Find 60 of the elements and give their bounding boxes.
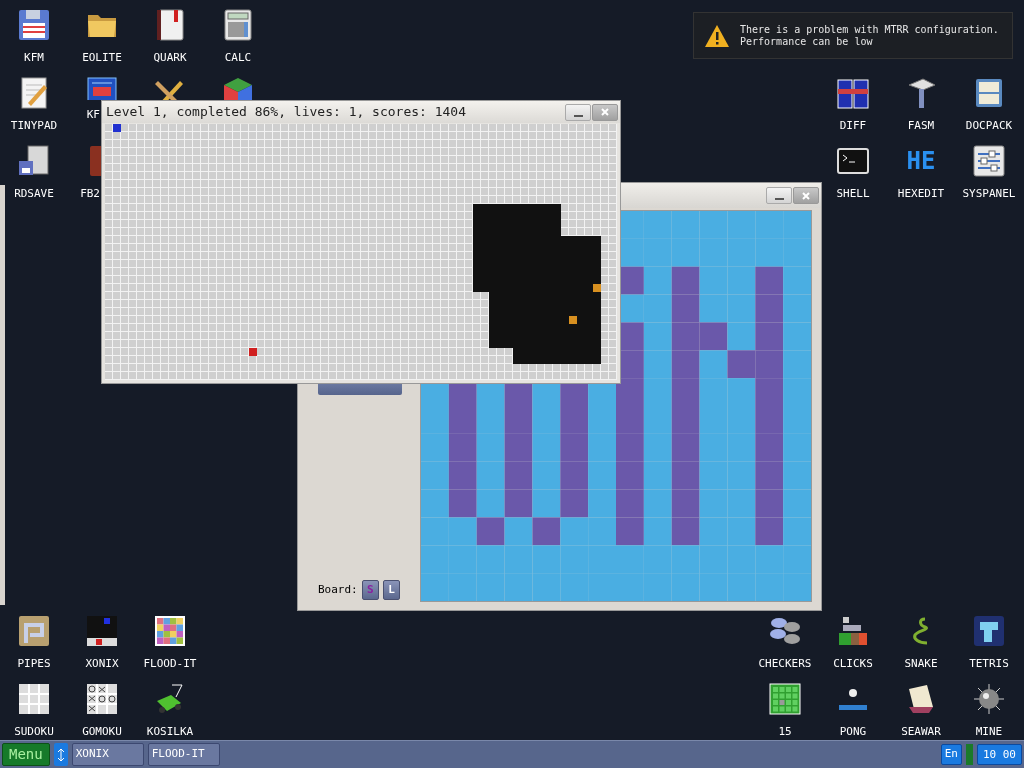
close-icon (601, 108, 609, 116)
icon-label[interactable]: FB2 (80, 187, 100, 200)
taskbar-item[interactable]: FLOOD-IT (147, 743, 220, 766)
icon-label[interactable]: FASM (907, 119, 935, 132)
minimize-button[interactable] (766, 187, 792, 204)
minimize-icon (573, 114, 583, 117)
document-icon (84, 75, 120, 100)
close-button[interactable] (793, 187, 819, 204)
icon-label[interactable]: CALC (224, 51, 252, 64)
icon-label[interactable]: TETRIS (969, 657, 1009, 670)
icon-label[interactable]: SNAKE (904, 657, 938, 670)
icon-label[interactable]: SYSPANEL (962, 187, 1016, 200)
sliders-icon (971, 143, 1007, 179)
color-grid-icon (152, 613, 188, 649)
icon-label[interactable]: FLOOD-IT (143, 657, 197, 670)
mine-icon (971, 681, 1007, 717)
icon-label[interactable]: KF (86, 108, 100, 121)
icon-label[interactable]: SUDOKU (14, 725, 54, 738)
icon-label[interactable]: CHECKERS (758, 657, 812, 670)
icon-label[interactable]: KOSILKA (146, 725, 194, 738)
clock: 10 00 (976, 744, 1022, 765)
icon-label[interactable]: QUARK (153, 51, 187, 64)
tic-tac-toe-icon (84, 681, 120, 717)
close-icon (802, 191, 810, 200)
up-down-arrow-icon (56, 747, 65, 762)
icon-label[interactable]: DOCPACK (965, 119, 1013, 132)
xonix-game-icon (84, 613, 120, 649)
icon-label[interactable]: XONIX (85, 657, 119, 670)
icon-label[interactable]: TINYPAD (10, 119, 58, 132)
icon-label[interactable]: 15 (778, 725, 792, 738)
icon-label[interactable]: SEAWAR (901, 725, 941, 738)
icon-label[interactable]: PIPES (17, 657, 51, 670)
hexedit-logo: HE (905, 146, 937, 177)
icon-label[interactable]: MINE (975, 725, 1003, 738)
window-title: Level 1, completed 86%, lives: 1, scores: 1404 (106, 103, 467, 122)
board-label: Board: (318, 581, 358, 598)
minimize-icon (774, 198, 784, 200)
icon-label[interactable]: EOLITE (82, 51, 122, 64)
minimize-button[interactable] (565, 103, 591, 121)
language-button[interactable]: En (940, 744, 962, 765)
icon-label[interactable]: DIFF (839, 119, 867, 132)
notification-text: There is a problem with MTRR configuration. (740, 23, 999, 36)
notification-text: Performance can be low (740, 35, 874, 48)
pipes-icon (16, 613, 52, 649)
tile-grid-icon (767, 681, 803, 717)
taskbar-item[interactable]: XONIX (71, 743, 144, 766)
tetris-icon (971, 613, 1007, 649)
icon-label[interactable]: PONG (839, 725, 867, 738)
icon-label[interactable]: SHELL (836, 187, 870, 200)
icon-label[interactable]: GOMOKU (82, 725, 122, 738)
switch-button[interactable] (53, 743, 68, 766)
menu-button[interactable]: Menu (2, 743, 50, 766)
icon-label[interactable]: KFM (24, 51, 44, 64)
icon-label[interactable]: RDSAVE (14, 187, 54, 200)
board-size-button[interactable]: L (382, 580, 400, 600)
warning-icon (704, 23, 730, 48)
status-indicator (965, 744, 973, 765)
close-button[interactable] (592, 103, 618, 121)
icon-label[interactable]: HEXEDIT (897, 187, 945, 200)
icon-label[interactable]: CLICKS (833, 657, 873, 670)
